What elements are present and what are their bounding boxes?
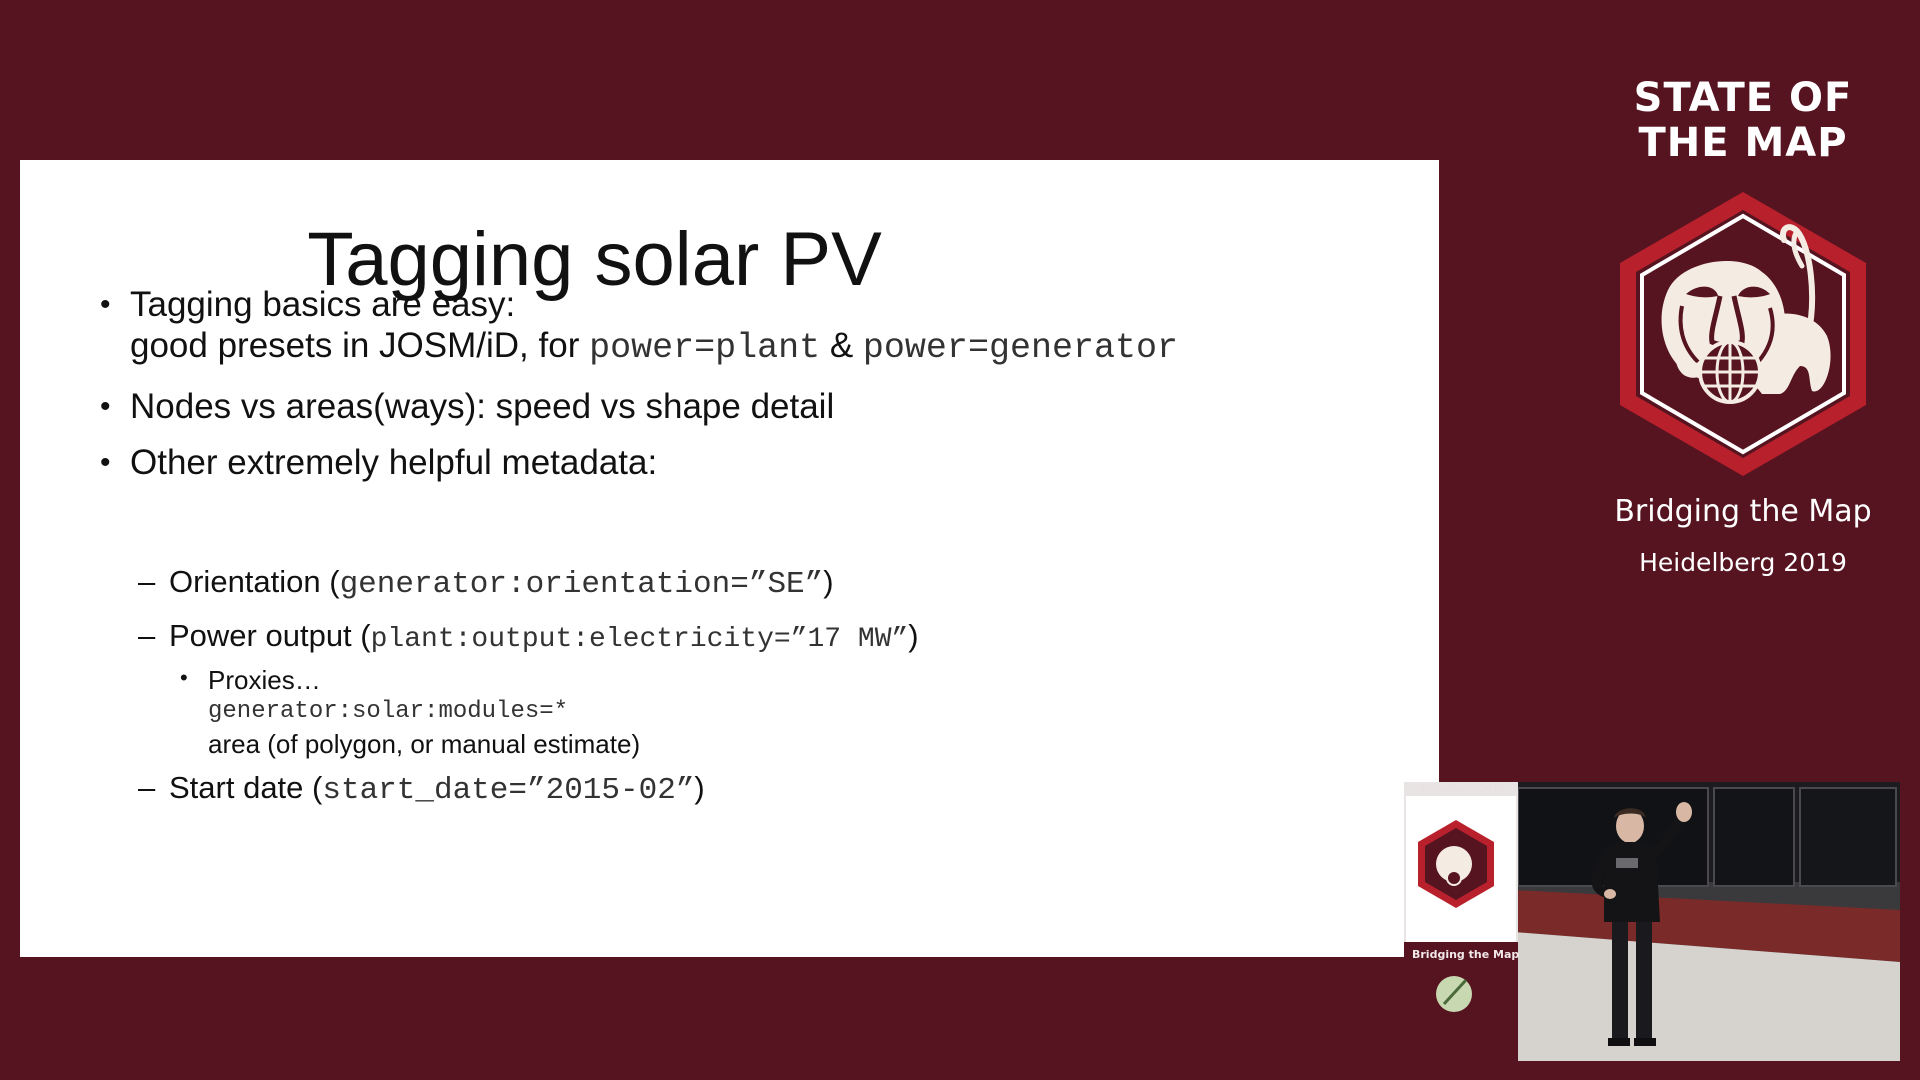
bullet-line-2: good presets in JOSM/iD, for: [130, 326, 590, 365]
sub-bullet-dash: –: [138, 618, 156, 653]
bullet-line-1: Tagging basics are easy:: [130, 285, 516, 324]
conference-subtitle: Bridging the Map: [1614, 494, 1872, 529]
sub-bullet-text: Start date (start_date=”2015-02”): [169, 770, 705, 808]
speaker-camera-image: [1404, 782, 1900, 1061]
code-start-date: start_date=”2015-02”: [322, 773, 695, 808]
code-output-electricity: plant:output:electricity=”17 MW”: [370, 624, 909, 655]
camera-banner-event: Heidelberg 2019: [1422, 784, 1506, 795]
code-solar-modules: generator:solar:modules=*: [208, 698, 569, 725]
proxies-label: Proxies…: [208, 665, 321, 695]
sub-bullet-text: Power output (plant:output:electricity=”…: [169, 618, 919, 655]
code-orientation: generator:orientation=”SE”: [339, 567, 824, 602]
bullet-dot: •: [100, 446, 111, 479]
bullet-text: Tagging basics are easy: good presets in…: [130, 284, 1178, 369]
bullet-text: Nodes vs areas(ways): speed vs shape det…: [130, 387, 835, 426]
bullet-text: Other extremely helpful metadata:: [130, 443, 658, 482]
presentation-slide: Tagging solar PV • Tagging basics are ea…: [20, 160, 1439, 957]
speaker-camera-feed: Heidelberg 2019 Bridging the Map: [1404, 782, 1900, 1061]
state-of-the-map-lion-icon: [1620, 192, 1866, 476]
bullet-dot: •: [100, 288, 111, 321]
sub-bullet-close: ): [823, 564, 834, 599]
sub-bullet-text: Orientation (generator:orientation=”SE”): [169, 564, 834, 602]
code-power-plant: power=plant: [589, 328, 821, 368]
code-power-generator: power=generator: [862, 328, 1178, 368]
conference-title: STATE OF THE MAP: [1580, 76, 1906, 166]
ampersand: &: [820, 326, 863, 365]
sub-bullet-dash: –: [138, 770, 156, 805]
conference-title-line-1: STATE OF: [1633, 75, 1853, 121]
proxies-text: Proxies… generator:solar:modules=* area …: [208, 664, 640, 760]
proxies-area: area (of polygon, or manual estimate): [208, 729, 641, 759]
conference-title-line-2: THE MAP: [1638, 120, 1848, 166]
sub-sub-bullet-dot: •: [180, 665, 188, 690]
sub-bullet-dash: –: [138, 564, 156, 599]
sub-bullet-label: Power output (: [169, 618, 371, 653]
video-frame: Tagging solar PV • Tagging basics are ea…: [0, 0, 1920, 1080]
sub-bullet-close: ): [694, 770, 705, 805]
bullet-dot: •: [100, 390, 111, 423]
camera-banner-title: Bridging the Map: [1412, 948, 1520, 961]
sub-bullet-label: Orientation (: [169, 564, 340, 599]
sub-bullet-label: Start date (: [169, 770, 323, 805]
sub-bullet-close: ): [908, 618, 919, 653]
conference-event: Heidelberg 2019: [1639, 548, 1847, 577]
